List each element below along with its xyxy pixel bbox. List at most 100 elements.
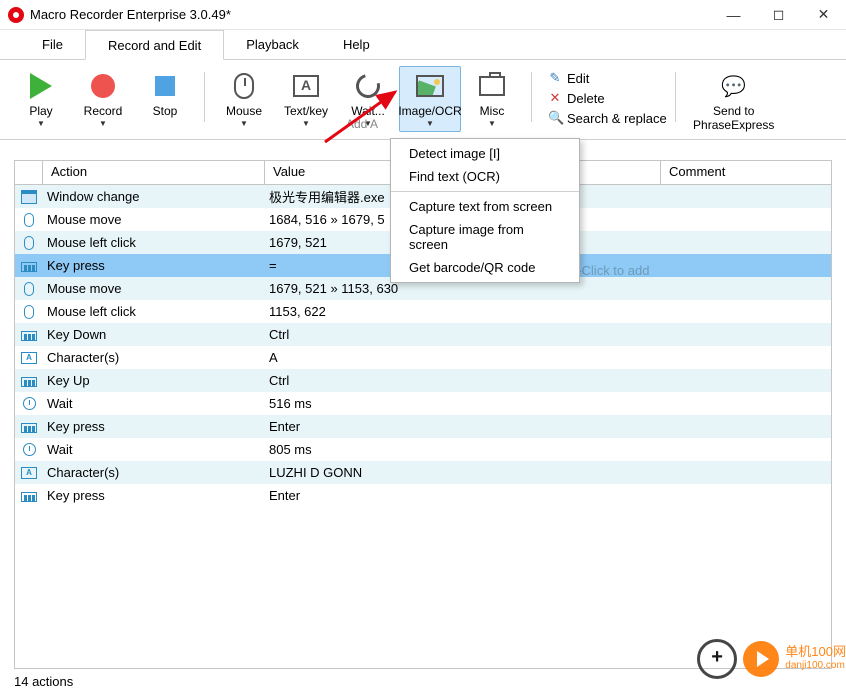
search-replace-link[interactable]: 🔍Search & replace [548,110,667,126]
minimize-button[interactable]: — [711,0,756,30]
watermark-text: 单机100网 danji100.com [785,645,846,673]
table-row[interactable]: Key pressEnter [15,484,831,507]
watermark-icon [697,639,737,679]
row-icon [15,490,43,502]
row-icon [15,375,43,387]
pencil-icon: ✎ [548,70,562,86]
row-action: Window change [43,189,265,204]
toolbar-separator [675,72,676,122]
record-label: Record [84,104,123,118]
toolbar-group-caption: Add A [346,117,378,131]
table-row[interactable]: Wait805 ms [15,438,831,461]
row-action: Character(s) [43,350,265,365]
delete-icon: ✕ [548,90,562,106]
table-row[interactable]: Key DownCtrl [15,323,831,346]
table-row[interactable]: Key pressEnter [15,415,831,438]
send-to-phraseexpress-button[interactable]: 💬 Send to PhraseExpress [684,66,784,136]
search-replace-label: Search & replace [567,111,667,126]
image-ocr-button[interactable]: Image/OCR ▼ [399,66,461,132]
sendto-label-2: PhraseExpress [693,118,774,132]
menu-capture-text[interactable]: Capture text from screen [391,195,579,218]
delete-link[interactable]: ✕ Delete [548,90,667,106]
row-icon [15,260,43,272]
menu-help[interactable]: Help [321,30,392,59]
row-action: Key press [43,419,265,434]
row-icon [15,397,43,410]
row-action: Key Up [43,373,265,388]
row-action: Mouse move [43,281,265,296]
textkey-icon [290,70,322,102]
sendto-label-1: Send to [713,104,754,118]
row-icon [15,329,43,341]
table-row[interactable]: Mouse left click1153, 622 [15,300,831,323]
toolbar-separator [204,72,205,122]
row-icon [15,236,43,250]
stop-icon [149,70,181,102]
image-ocr-dropdown: Detect image [I] Find text (OCR) Capture… [390,138,580,283]
row-value: Ctrl [265,373,661,388]
row-action: Key press [43,258,265,273]
table-row[interactable]: ACharacter(s)A [15,346,831,369]
menubar: File Record and Edit Playback Help [0,30,846,60]
wait-label: Wait... [351,104,385,118]
row-icon [15,213,43,227]
row-icon [15,443,43,456]
record-button[interactable]: Record ▼ [72,66,134,132]
table-row[interactable]: Wait516 ms [15,392,831,415]
menu-playback[interactable]: Playback [224,30,321,59]
row-action: Wait [43,442,265,457]
image-ocr-label: Image/OCR [398,104,461,118]
toolbar-separator [531,72,532,122]
row-icon [15,305,43,319]
row-value: 1153, 622 [265,304,661,319]
menu-record-edit[interactable]: Record and Edit [85,30,224,60]
menu-file[interactable]: File [20,30,85,59]
row-value: Enter [265,488,661,503]
play-label: Play [29,104,52,118]
textkey-button[interactable]: Text/key ▼ [275,66,337,132]
row-icon [15,421,43,433]
misc-icon [476,70,508,102]
app-logo-icon [8,7,24,23]
maximize-button[interactable]: ◻ [756,0,801,30]
row-icon: A [15,467,43,479]
mouse-icon [228,70,260,102]
row-action: Character(s) [43,465,265,480]
delete-label: Delete [567,91,605,106]
mouse-label: Mouse [226,104,262,118]
table-row[interactable]: ACharacter(s)LUZHI D GONN [15,461,831,484]
misc-button[interactable]: Misc ▼ [461,66,523,132]
menu-detect-image[interactable]: Detect image [I] [391,142,579,165]
status-text: 14 actions [14,674,73,689]
play-icon [25,70,57,102]
menu-get-barcode[interactable]: Get barcode/QR code [391,256,579,279]
header-comment[interactable]: Comment [661,161,831,184]
header-icon-col[interactable] [15,161,43,184]
watermark: 单机100网 danji100.com [697,639,846,679]
misc-label: Misc [480,104,505,118]
row-action: Mouse left click [43,235,265,250]
row-value: 516 ms [265,396,661,411]
header-action[interactable]: Action [43,161,265,184]
menu-find-text-ocr[interactable]: Find text (OCR) [391,165,579,188]
edit-link[interactable]: ✎ Edit [548,70,667,86]
row-icon: A [15,352,43,364]
row-icon [15,190,43,204]
window-title: Macro Recorder Enterprise 3.0.49* [30,7,231,22]
close-button[interactable]: ✕ [801,0,846,30]
wait-icon [352,70,384,102]
row-action: Key Down [43,327,265,342]
toolbar: Play ▼ Record ▼ Stop Mouse ▼ Text/key ▼ … [0,60,846,140]
row-action: Mouse move [43,212,265,227]
menu-capture-image[interactable]: Capture image from screen [391,218,579,256]
row-value: 805 ms [265,442,661,457]
row-value: LUZHI D GONN [265,465,661,480]
mouse-button[interactable]: Mouse ▼ [213,66,275,132]
play-button[interactable]: Play ▼ [10,66,72,132]
row-action: Mouse left click [43,304,265,319]
stop-button[interactable]: Stop [134,66,196,122]
row-icon [15,282,43,296]
row-value: 1679, 521 » 1153, 630 [265,281,661,296]
edit-label: Edit [567,71,589,86]
table-row[interactable]: Key UpCtrl [15,369,831,392]
